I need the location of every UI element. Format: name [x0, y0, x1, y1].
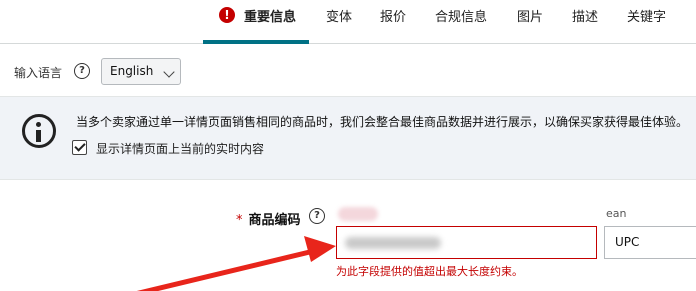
show-live-content-checkbox[interactable]: [72, 140, 87, 155]
info-text: 当多个卖家通过单一详情页面销售相同的商品时，我们会整合最佳商品数据并进行展示，以…: [76, 115, 689, 129]
show-live-content-label[interactable]: 显示详情页面上当前的实时内容: [96, 140, 264, 157]
required-mark: *: [236, 213, 243, 228]
redacted-value: [345, 237, 441, 249]
tab-compliance[interactable]: 合规信息: [435, 0, 487, 44]
info-icon: [22, 114, 56, 148]
tab-images[interactable]: 图片: [517, 0, 543, 44]
tab-variations[interactable]: 变体: [326, 0, 352, 44]
language-selected-value: English: [110, 64, 154, 78]
product-id-type-hint: ean: [606, 207, 627, 220]
product-id-help-icon[interactable]: ?: [309, 208, 325, 224]
product-id-input[interactable]: [336, 226, 597, 259]
active-tab-indicator: [203, 40, 309, 44]
info-banner: 当多个卖家通过单一详情页面销售相同的商品时，我们会整合最佳商品数据并进行展示，以…: [0, 96, 696, 180]
tab-description[interactable]: 描述: [572, 0, 598, 44]
redacted-hint: [338, 207, 378, 221]
language-help-icon[interactable]: ?: [74, 63, 90, 79]
tab-offer[interactable]: 报价: [380, 0, 406, 44]
chevron-down-icon: [163, 66, 175, 78]
language-label: 输入语言: [14, 66, 63, 80]
tab-keywords[interactable]: 关键字: [627, 0, 666, 44]
product-id-label-text: 商品编码: [248, 213, 301, 228]
alert-icon: !: [219, 7, 235, 23]
product-id-type-select[interactable]: UPC: [604, 226, 696, 259]
product-id-label: * 商品编码: [236, 209, 301, 228]
tab-bar: ! 重要信息 变体 报价 合规信息 图片 描述 关键字: [0, 0, 696, 44]
product-id-error: 为此字段提供的值超出最大长度约束。: [336, 265, 523, 278]
tab-important-info[interactable]: 重要信息: [244, 0, 296, 44]
language-select[interactable]: English: [101, 58, 181, 85]
